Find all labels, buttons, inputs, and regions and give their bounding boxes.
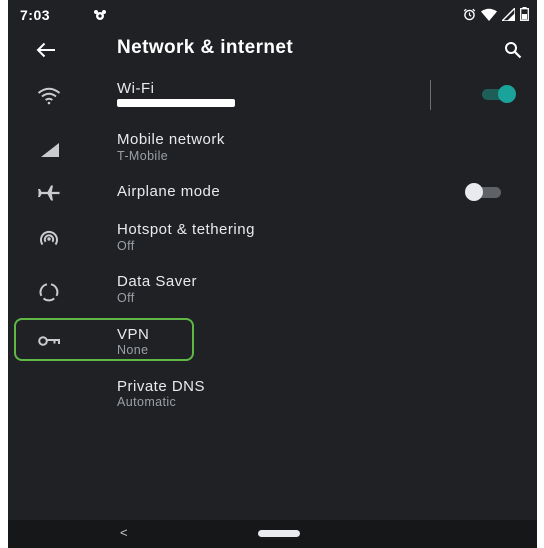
phone-screen: 7:03 Network & internet Wi-Fi Mobile net…: [8, 0, 537, 548]
status-bar: 7:03: [8, 0, 537, 30]
data-saver-icon: [34, 280, 64, 304]
wifi-toggle[interactable]: [478, 85, 516, 103]
list-item-private-dns[interactable]: Private DNS Automatic: [8, 374, 537, 414]
status-icons: [463, 6, 529, 22]
wifi-icon: [34, 84, 64, 108]
page-title: Network & internet: [117, 37, 294, 58]
arrow-back-icon: [36, 42, 55, 58]
alarm-icon: [463, 8, 476, 21]
notification-app-icon: [93, 8, 107, 20]
list-item-vpn[interactable]: VPN None: [8, 322, 537, 360]
vpn-title: VPN: [117, 326, 150, 343]
toggle-thumb: [465, 183, 483, 201]
status-time: 7:03: [20, 7, 51, 23]
vpn-key-icon: [34, 329, 64, 353]
battery-icon: [520, 7, 529, 21]
vpn-subtitle: None: [117, 343, 149, 357]
mobile-network-title: Mobile network: [117, 131, 225, 148]
list-item-data-saver[interactable]: Data Saver Off: [8, 268, 537, 316]
list-item-hotspot-tethering[interactable]: Hotspot & tethering Off: [8, 216, 537, 264]
search-button[interactable]: [499, 36, 527, 64]
divider: [430, 80, 431, 110]
mobile-network-subtitle: T-Mobile: [117, 149, 169, 163]
signal-icon: [34, 138, 64, 162]
hotspot-tethering-title: Hotspot & tethering: [117, 221, 255, 238]
hotspot-icon: [34, 227, 64, 251]
search-icon: [505, 42, 522, 59]
airplane-mode-toggle[interactable]: [465, 183, 503, 201]
private-dns-title: Private DNS: [117, 378, 206, 395]
list-item-airplane-mode[interactable]: Airplane mode: [8, 176, 537, 208]
list-item-mobile-network[interactable]: Mobile network T-Mobile: [8, 126, 537, 174]
navigation-bar: <: [8, 520, 537, 548]
wifi-title: Wi-Fi: [117, 80, 155, 97]
data-saver-title: Data Saver: [117, 273, 198, 290]
cell-signal-icon: [502, 7, 515, 21]
back-button[interactable]: [32, 36, 60, 64]
home-pill-button[interactable]: [258, 530, 300, 537]
redacted-network-name: [117, 99, 235, 107]
private-dns-subtitle: Automatic: [117, 395, 177, 409]
data-saver-subtitle: Off: [117, 291, 135, 305]
list-item-wifi[interactable]: Wi-Fi: [8, 72, 537, 122]
toggle-thumb: [498, 85, 516, 103]
wifi-signal-icon: [481, 8, 497, 21]
airplane-mode-title: Airplane mode: [117, 183, 221, 200]
app-bar: Network & internet: [8, 30, 537, 70]
nav-back-button[interactable]: <: [120, 525, 128, 540]
hotspot-tethering-subtitle: Off: [117, 239, 135, 253]
airplane-icon: [34, 181, 64, 205]
